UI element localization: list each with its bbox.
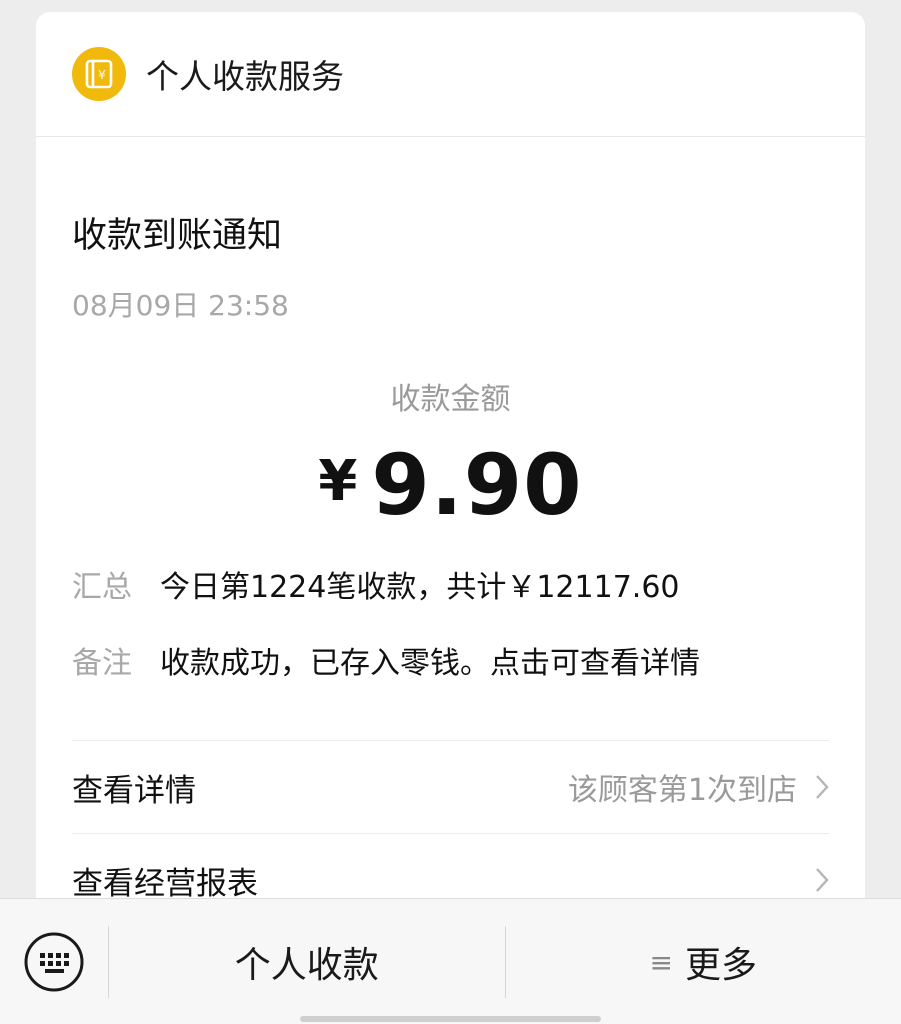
amount-value: 9.90 [371, 436, 583, 534]
remark-value: 收款成功，已存入零钱。点击可查看详情 [160, 646, 700, 681]
menu-lines-icon: ≡ [649, 945, 673, 979]
summary-row: 汇总 今日第1224笔收款，共计￥12117.60 [72, 568, 829, 608]
yen-glyph: ¥ [98, 68, 106, 82]
home-indicator [300, 1016, 601, 1022]
remark-label: 备注 [72, 646, 132, 681]
remark-row: 备注 收款成功，已存入零钱。点击可查看详情 [72, 644, 829, 684]
bottom-menu-bar: 个人收款 ≡ 更多 [0, 898, 901, 1024]
notification-card[interactable]: ¥ 个人收款服务 收款到账通知 08月09日 23:58 收款金额 ¥9.90 … [36, 12, 865, 912]
service-header[interactable]: ¥ 个人收款服务 [36, 12, 865, 137]
personal-collection-label: 个人收款 [234, 945, 379, 986]
customer-visit-hint: 该顾客第1次到店 [567, 773, 797, 808]
notice-body: 收款到账通知 08月09日 23:58 收款金额 ¥9.90 汇总 今日第122… [36, 207, 865, 926]
amount-display: ¥9.90 [72, 436, 829, 534]
view-details-link[interactable]: 查看详情 该顾客第1次到店 [72, 741, 829, 834]
summary-value: 今日第1224笔收款，共计￥12117.60 [160, 570, 680, 605]
chevron-right-icon [815, 774, 829, 800]
chevron-right-icon [815, 867, 829, 893]
chat-page: ¥ 个人收款服务 收款到账通知 08月09日 23:58 收款金额 ¥9.90 … [0, 0, 901, 1024]
more-label: 更多 [684, 945, 757, 986]
keyboard-icon [24, 932, 84, 992]
keyboard-toggle-button[interactable] [0, 899, 108, 1024]
personal-collection-menu[interactable]: 个人收款 [109, 899, 505, 1024]
summary-label: 汇总 [72, 570, 132, 605]
more-menu[interactable]: ≡ 更多 [506, 899, 901, 1024]
view-business-report-label: 查看经营报表 [72, 865, 258, 902]
notice-title: 收款到账通知 [72, 216, 283, 256]
service-name: 个人收款服务 [146, 57, 344, 96]
notice-timestamp: 08月09日 23:58 [72, 289, 289, 322]
currency-symbol: ¥ [318, 449, 358, 514]
amount-label: 收款金额 [390, 382, 511, 417]
wallet-yen-icon: ¥ [72, 47, 126, 101]
view-details-label: 查看详情 [72, 772, 196, 809]
